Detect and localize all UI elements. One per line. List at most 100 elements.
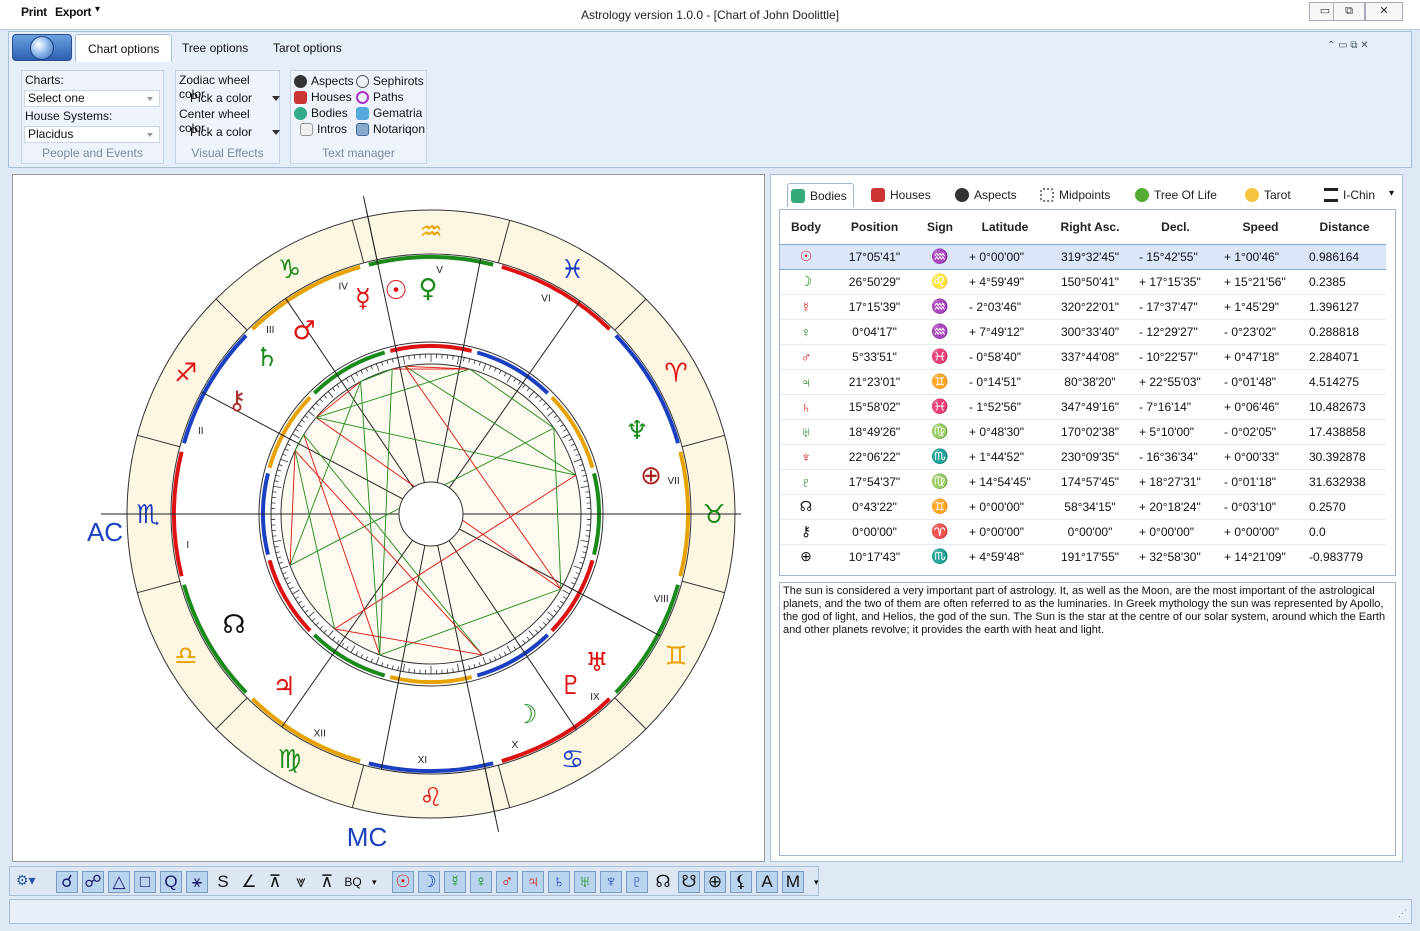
bodies-button[interactable]: Bodies bbox=[293, 105, 348, 121]
resize-grip-icon[interactable]: ⋰ bbox=[1398, 908, 1407, 919]
table-row[interactable]: ☉ 17°05'41" ♒ + 0°00'00" 319°32'45" - 15°42'5… bbox=[780, 243, 1386, 270]
status-bar: ⋰ bbox=[9, 899, 1412, 924]
column-header[interactable]: Position bbox=[832, 210, 917, 244]
zodiac-color-picker[interactable]: Pick a color bbox=[182, 90, 282, 106]
table-row[interactable]: ♂ 5°33'51" ♓ - 0°58'40" 337°44'08" - 10°22'57… bbox=[780, 343, 1386, 369]
cell-pos: 17°05'41" bbox=[832, 243, 917, 270]
application-button[interactable] bbox=[12, 34, 72, 61]
ribbon-controls[interactable]: ⌃ ▭ ⧉ ✕ bbox=[1327, 40, 1369, 51]
table-row[interactable]: ☽ 26°50'29" ♌ + 4°59'49" 150°50'41" + 17°15'3… bbox=[780, 268, 1386, 294]
column-header[interactable]: Sign bbox=[917, 210, 963, 244]
planet-toggle-button[interactable]: ♄ bbox=[548, 871, 570, 893]
aspect-toggle-button[interactable]: BQ bbox=[342, 871, 364, 893]
tab-midpoints[interactable]: Midpoints bbox=[1037, 183, 1116, 207]
aspect-toggle-button[interactable]: □ bbox=[134, 871, 156, 893]
notariqon-button[interactable]: Notariqon bbox=[355, 121, 425, 137]
tab-tarot-options[interactable]: Tarot options bbox=[261, 34, 354, 62]
table-row[interactable]: ♄ 15°58'02" ♓ - 1°52'56" 347°49'16" - 7°16'14… bbox=[780, 393, 1386, 419]
maximize-button[interactable]: ⧉ bbox=[1333, 2, 1365, 21]
aspects-overflow-icon[interactable]: ▾ bbox=[372, 877, 377, 888]
cell-sign: ♏ bbox=[917, 543, 963, 569]
aspect-toggle-button[interactable]: ☍ bbox=[82, 871, 104, 893]
charts-label: Charts: bbox=[25, 73, 64, 87]
column-header[interactable]: Speed bbox=[1218, 210, 1303, 244]
planets-overflow-icon[interactable]: ▾ bbox=[814, 877, 819, 888]
aspect-toggle-button[interactable]: ⚹ bbox=[186, 871, 208, 893]
planet-glyph: ⚷ bbox=[227, 386, 246, 416]
houses-button[interactable]: Houses bbox=[293, 89, 352, 105]
close-button[interactable]: ✕ bbox=[1365, 2, 1403, 21]
bodies-table: Body Position Sign Latitude Right Asc. Decl. S… bbox=[779, 209, 1396, 576]
planet-toggle-button[interactable]: ⚸ bbox=[730, 871, 752, 893]
charts-select[interactable]: Select one bbox=[24, 90, 160, 107]
planet-toggle-button[interactable]: ♂ bbox=[496, 871, 518, 893]
planet-toggle-button[interactable]: ♀ bbox=[470, 871, 492, 893]
aspect-toggle-button[interactable]: ☌ bbox=[56, 871, 78, 893]
planet-toggle-button[interactable]: ♆ bbox=[600, 871, 622, 893]
aspect-toggle-button[interactable]: △ bbox=[108, 871, 130, 893]
planet-toggle-button[interactable]: ☉ bbox=[392, 871, 414, 893]
column-header[interactable]: Right Asc. bbox=[1047, 210, 1133, 244]
aspect-toggle-button[interactable]: ⊼ bbox=[264, 871, 286, 893]
cell-sign: ♓ bbox=[917, 343, 963, 369]
planet-toggle-button[interactable]: M bbox=[782, 871, 804, 893]
tab-houses[interactable]: Houses bbox=[868, 183, 937, 207]
planet-toggle-button[interactable]: ⊕ bbox=[704, 871, 726, 893]
tab-chart-options[interactable]: Chart options bbox=[75, 34, 173, 62]
planet-toggle-button[interactable]: ☽ bbox=[418, 871, 440, 893]
aspect-toggle-button[interactable]: ⩔ bbox=[290, 871, 312, 893]
planet-toggle-button[interactable]: ♅ bbox=[574, 871, 596, 893]
sephirots-button[interactable]: Sephirots bbox=[355, 73, 424, 89]
degree-tick bbox=[272, 491, 277, 493]
aspect-toggle-button[interactable]: S bbox=[212, 871, 234, 893]
table-row[interactable]: ♅ 18°49'26" ♍ + 0°48'30" 170°02'38" + 5°10'00… bbox=[780, 418, 1386, 444]
column-header[interactable]: Distance bbox=[1303, 210, 1386, 244]
cell-dec: + 20°18'24" bbox=[1133, 493, 1218, 519]
tab-tree-options[interactable]: Tree options bbox=[170, 34, 260, 62]
column-header[interactable]: Body bbox=[780, 210, 832, 244]
table-row[interactable]: ⊕ 10°17'43" ♏ + 4°59'48" 191°17'55" + 32°58'3… bbox=[780, 543, 1386, 569]
planet-toggle-button[interactable]: ♃ bbox=[522, 871, 544, 893]
aspect-toggle-button[interactable]: Q bbox=[160, 871, 182, 893]
tab-tree-of-life[interactable]: Tree Of Life bbox=[1132, 183, 1223, 207]
aspect-toggle-button[interactable]: ⊼ bbox=[316, 871, 338, 893]
planet-toggle-button[interactable]: ☊ bbox=[652, 871, 674, 893]
cell-dec: + 0°00'00" bbox=[1133, 518, 1218, 544]
table-row[interactable]: ☊ 0°43'22" ♊ + 0°00'00" 58°34'15" + 20°18'24"… bbox=[780, 493, 1386, 519]
house-systems-select[interactable]: Placidus bbox=[24, 126, 160, 143]
cell-ra: 174°57'45" bbox=[1047, 468, 1133, 494]
cell-lat: - 0°58'40" bbox=[963, 343, 1047, 369]
planet-toggle-button[interactable]: ♇ bbox=[626, 871, 648, 893]
table-row[interactable]: ⚷ 0°00'00" ♈ + 0°00'00" 0°00'00" + 0°00'00" + … bbox=[780, 518, 1386, 544]
gematria-button[interactable]: Gematria bbox=[355, 105, 422, 121]
column-header[interactable]: Decl. bbox=[1133, 210, 1218, 244]
tab-aspects[interactable]: Aspects bbox=[952, 183, 1023, 207]
cell-dist: -0.983779 bbox=[1303, 543, 1386, 569]
table-row[interactable]: ♀ 0°04'17" ♒ + 7°49'12" 300°33'40" - 12°29'27… bbox=[780, 318, 1386, 344]
tab-i-ching[interactable]: I-Chin bbox=[1321, 183, 1381, 207]
aspect-toggle-button[interactable]: ∠ bbox=[238, 871, 260, 893]
paths-button[interactable]: Paths bbox=[355, 89, 404, 105]
table-row[interactable]: ♃ 21°23'01" ♊ - 0°14'51" 80°38'20" + 22°55'03… bbox=[780, 368, 1386, 394]
toolbar-options-button[interactable]: ⚙▾ bbox=[16, 872, 48, 892]
table-row[interactable]: ♇ 17°54'37" ♍ + 14°54'45" 174°57'45" + 18°27'… bbox=[780, 468, 1386, 494]
planet-toggle-button[interactable]: ☋ bbox=[678, 871, 700, 893]
cell-spd: + 0°00'00" bbox=[1218, 518, 1303, 544]
group-label: Visual Effects bbox=[191, 146, 264, 160]
cell-sign: ♌ bbox=[917, 268, 963, 294]
cell-b: ⊕ bbox=[780, 543, 832, 569]
natal-chart-wheel[interactable]: ♒♑♐♏♎♍♌♋♊♉♈♓IIIIIIIVVVIVIIVIIIIXXXIXIIAC… bbox=[13, 175, 766, 863]
tab-tarot[interactable]: Tarot bbox=[1242, 183, 1297, 207]
planet-toggle-button[interactable]: A bbox=[756, 871, 778, 893]
column-header[interactable]: Latitude bbox=[963, 210, 1047, 244]
tab-bodies[interactable]: Bodies bbox=[787, 183, 854, 207]
center-color-picker[interactable]: Pick a color bbox=[182, 124, 282, 140]
tabs-overflow-icon[interactable]: ▾ bbox=[1389, 188, 1394, 199]
table-row[interactable]: ☿ 17°15'39" ♒ - 2°03'46" 320°22'01" - 17°37'4… bbox=[780, 293, 1386, 319]
intros-button[interactable]: Intros bbox=[299, 121, 347, 137]
planet-toggle-button[interactable]: ☿ bbox=[444, 871, 466, 893]
aspects-button[interactable]: Aspects bbox=[293, 73, 354, 89]
table-row[interactable]: ♆ 22°06'22" ♏ + 1°44'52" 230°09'35" - 16°36'3… bbox=[780, 443, 1386, 469]
zodiac-sign-glyph: ♏ bbox=[136, 500, 159, 530]
cell-dec: - 12°29'27" bbox=[1133, 318, 1218, 344]
